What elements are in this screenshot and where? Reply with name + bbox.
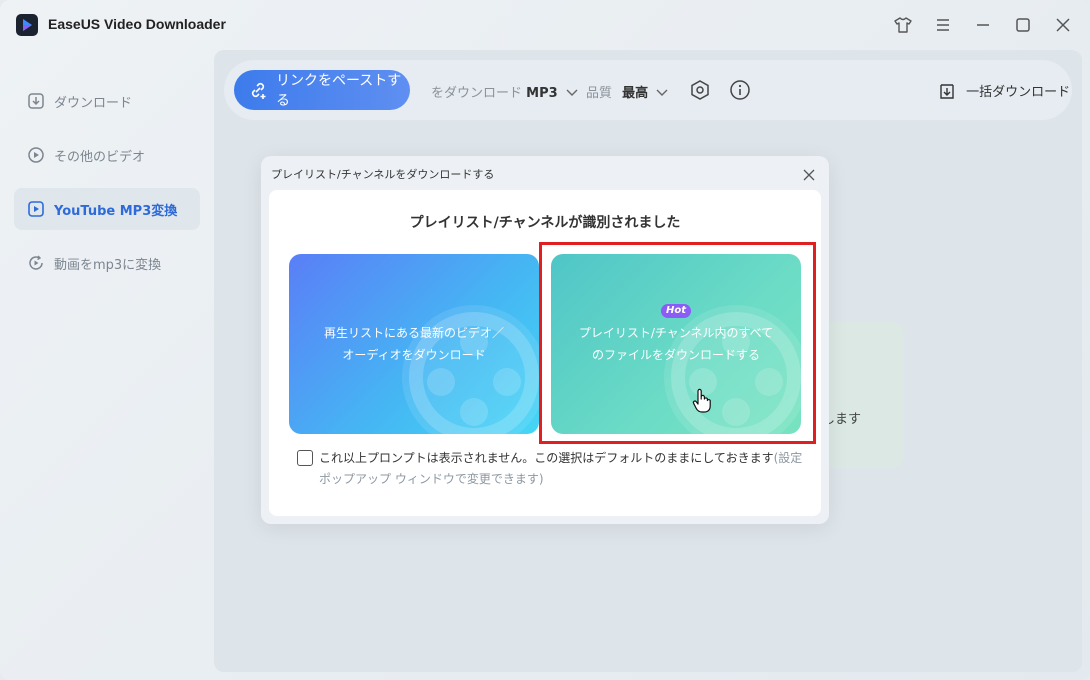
maximize-icon[interactable] [1012,14,1034,36]
app-logo-icon [16,14,38,36]
app-title: EaseUS Video Downloader [48,16,226,32]
download-icon [28,92,46,110]
link-add-icon [248,80,268,100]
settings-hexagon-icon[interactable] [689,79,711,101]
dont-show-again-checkbox[interactable] [297,450,313,466]
dialog-heading: プレイリスト/チャンネルが識別されました [409,215,681,231]
paste-link-label: リンクをペーストする [276,73,402,109]
chevron-down-icon [566,89,578,96]
sidebar-item-youtube-mp3[interactable]: YouTube MP3変換 [14,188,200,230]
close-icon[interactable] [1052,14,1074,36]
minimize-icon[interactable] [972,14,994,36]
sidebar-item-label: その他のビデオ [54,149,146,165]
dialog-title: プレイリスト/チャンネルをダウンロードする [271,168,495,181]
quality-value: 最高 [622,86,649,101]
download-format-label: をダウンロード [431,86,523,101]
dont-show-again-text: これ以上プロンプトは表示されません。この選択はデフォルトのままにしておきます(設… [319,448,811,490]
menu-icon[interactable] [932,14,954,36]
paste-link-button[interactable]: リンクをペーストする [234,70,410,110]
app-window: EaseUS Video Downloader ダウンロード その他のビデオ Y… [0,0,1090,680]
skin-shirt-icon[interactable] [892,14,914,36]
sidebar-item-label: YouTube MP3変換 [54,203,178,219]
batch-download-icon [940,84,954,99]
download-format-value: MP3 [526,86,558,101]
dialog-close-icon[interactable] [803,166,817,181]
sidebar-item-download[interactable]: ダウンロード [14,80,200,122]
title-bar: EaseUS Video Downloader [0,0,1090,50]
download-latest-option[interactable]: 再生リストにある最新のビデオ／ オーディオをダウンロード [289,254,539,434]
quality-select[interactable]: 品質 最高 [586,82,668,101]
download-format-select[interactable]: をダウンロード MP3 [431,82,578,101]
sidebar: ダウンロード その他のビデオ YouTube MP3変換 動画をmp3に変換 [14,80,200,296]
option-line: オーディオをダウンロード [342,348,486,362]
highlight-box [539,242,816,444]
sidebar-item-other-videos[interactable]: その他のビデオ [14,134,200,176]
checkbox-label: これ以上プロンプトは表示されません。この選択はデフォルトのままにしておきます [319,451,774,465]
sidebar-item-label: ダウンロード [54,95,133,111]
hand-cursor-icon [692,388,712,418]
convert-icon [28,254,46,272]
info-icon[interactable] [729,79,751,101]
option-line: 再生リストにある最新のビデオ／ [323,326,504,340]
option-text: 再生リストにある最新のビデオ／ オーディオをダウンロード [289,322,539,366]
play-square-icon [28,200,46,218]
play-circle-icon [28,146,46,164]
batch-download-label: 一括ダウンロード [966,85,1071,100]
chevron-down-icon [656,89,668,96]
batch-download-button[interactable]: 一括ダウンロード [938,81,1070,100]
quality-label: 品質 [586,86,613,101]
sidebar-item-label: 動画をmp3に変換 [54,257,162,273]
sidebar-item-video-to-mp3[interactable]: 動画をmp3に変換 [14,242,200,284]
